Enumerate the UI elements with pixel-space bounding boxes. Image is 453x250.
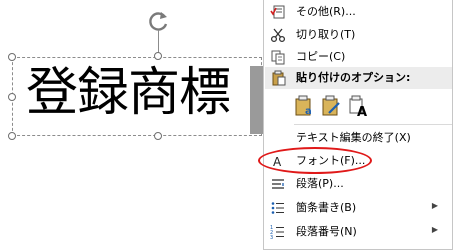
menu-item-copy[interactable]: コピー(C) bbox=[264, 46, 452, 68]
paragraph-icon bbox=[272, 179, 284, 189]
paste-options-row: a A bbox=[264, 91, 452, 121]
paste-icon bbox=[272, 70, 286, 86]
submenu-arrow-icon: ▶ bbox=[431, 201, 438, 210]
menu-item-numbering[interactable]: 1 2 3 段落番号(N) ▶ bbox=[264, 221, 452, 243]
resize-handle-bottom-left[interactable] bbox=[8, 132, 16, 140]
scissors-icon bbox=[270, 28, 286, 43]
text-selection-highlight bbox=[250, 66, 264, 134]
svg-text:3: 3 bbox=[270, 235, 273, 240]
context-menu: その他(R)... 切り取り(T) コピー(C) 貼り付けのオプション: a A… bbox=[263, 0, 453, 250]
submenu-arrow-icon: ▶ bbox=[431, 225, 438, 234]
menu-item-paragraph[interactable]: 段落(P)... bbox=[264, 173, 452, 195]
menu-label-bullets: 箇条書き(B) bbox=[296, 201, 357, 214]
menu-item-bullets[interactable]: 箇条書き(B) ▶ bbox=[264, 197, 452, 219]
text-box-content[interactable]: 登録商標 bbox=[26, 58, 266, 128]
menu-label-other: その他(R)... bbox=[296, 5, 356, 18]
resize-handle-bottom[interactable] bbox=[154, 132, 162, 140]
numbering-icon: 1 2 3 bbox=[270, 225, 284, 240]
spellcheck-icon bbox=[270, 5, 285, 19]
paste-merge-format-icon[interactable] bbox=[321, 95, 343, 117]
menu-label-end-text-edit: テキスト編集の終了(X) bbox=[296, 131, 411, 144]
menu-item-cut[interactable]: 切り取り(T) bbox=[264, 24, 452, 46]
paste-keep-source-icon[interactable]: a bbox=[294, 95, 316, 117]
resize-handle-top-left[interactable] bbox=[8, 53, 16, 61]
menu-divider bbox=[294, 124, 452, 125]
svg-text:a: a bbox=[305, 106, 312, 117]
menu-label-copy: コピー(C) bbox=[296, 50, 346, 63]
menu-label-numbering: 段落番号(N) bbox=[296, 225, 357, 238]
rotate-handle-icon[interactable] bbox=[146, 9, 172, 35]
menu-label-cut: 切り取り(T) bbox=[296, 28, 356, 41]
copy-icon bbox=[271, 50, 285, 65]
resize-handle-top[interactable] bbox=[154, 52, 162, 60]
bullets-icon bbox=[271, 202, 284, 214]
paste-text-only-icon[interactable]: A bbox=[348, 95, 370, 117]
menu-label-paragraph: 段落(P)... bbox=[296, 177, 344, 190]
resize-handle-left[interactable] bbox=[8, 93, 16, 101]
paste-options-header: 貼り付けのオプション: bbox=[265, 67, 452, 89]
highlight-annotation bbox=[258, 147, 372, 174]
menu-item-end-text-edit[interactable]: テキスト編集の終了(X) bbox=[264, 127, 452, 149]
slide-canvas: 登録商標 その他(R)... 切り取り(T) コピー(C) 貼り付けのオプション… bbox=[0, 0, 453, 250]
rotate-stem bbox=[158, 30, 159, 54]
paste-options-label: 貼り付けのオプション: bbox=[296, 71, 411, 84]
menu-item-other[interactable]: その他(R)... bbox=[264, 1, 452, 23]
svg-text:A: A bbox=[357, 105, 367, 117]
